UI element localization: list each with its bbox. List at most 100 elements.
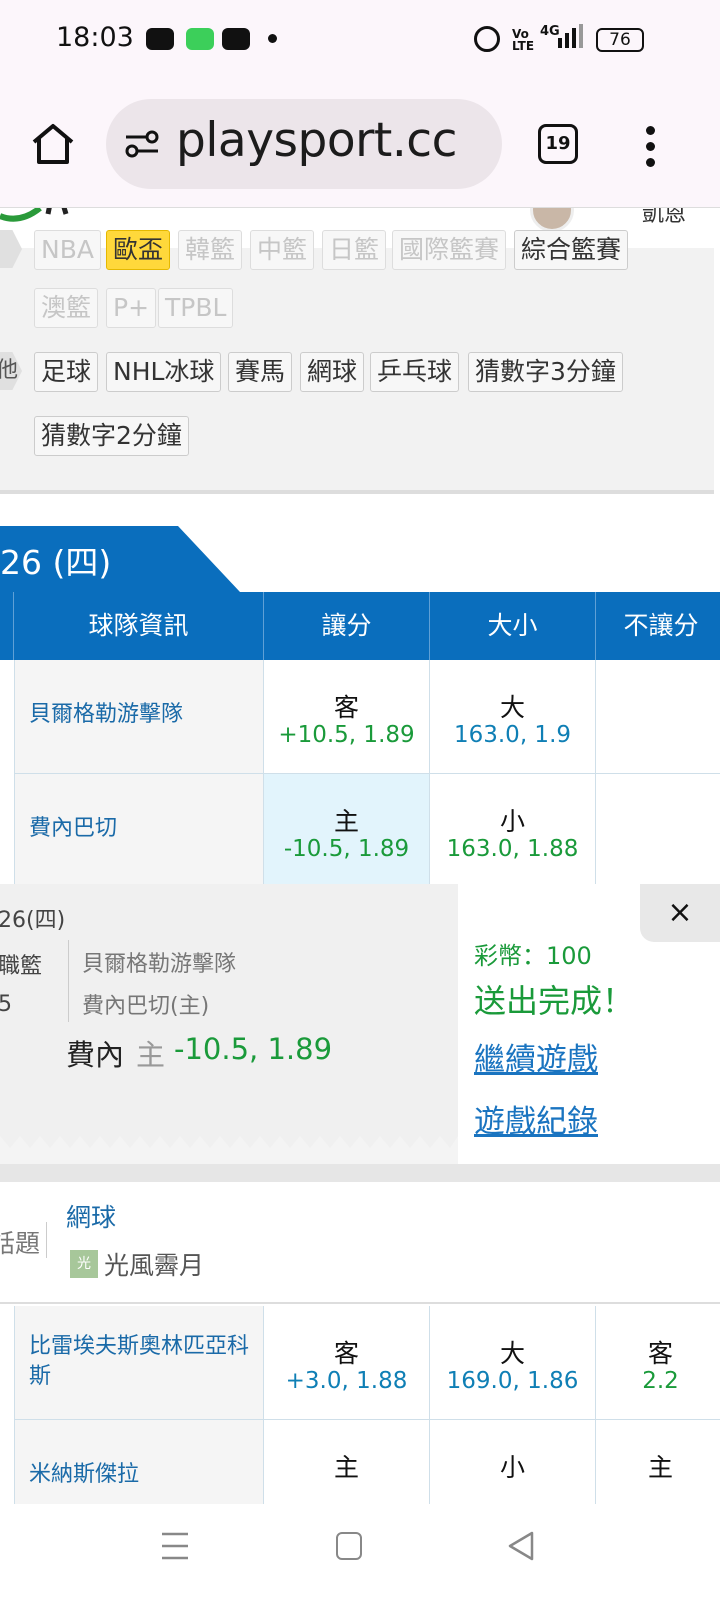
home-nav-icon[interactable] bbox=[336, 1532, 362, 1560]
address-bar[interactable]: playsport.cc bbox=[106, 99, 502, 189]
youtube-icon bbox=[146, 28, 174, 50]
spread-side: 客 bbox=[333, 1339, 359, 1368]
spread-home-cell-selected[interactable]: 主 -10.5, 1.89 bbox=[264, 774, 430, 888]
alarm-icon bbox=[474, 26, 500, 52]
recent-apps-icon[interactable] bbox=[160, 1530, 190, 1562]
site-logo[interactable] bbox=[0, 208, 90, 228]
team-name-away[interactable]: 比雷埃夫斯奧林匹亞科斯 bbox=[29, 1332, 249, 1392]
topic-user[interactable]: 光風霽月 bbox=[104, 1246, 204, 1282]
row-tab-other[interactable]: 他 bbox=[0, 352, 22, 390]
back-icon[interactable] bbox=[506, 1530, 536, 1562]
header-spread: 讓分 bbox=[264, 592, 430, 660]
menu-icon[interactable] bbox=[646, 126, 655, 135]
moneyline-side: 主 bbox=[647, 1453, 673, 1482]
browser-toolbar: playsport.cc 19 bbox=[0, 84, 720, 208]
chip-intl-basketball[interactable]: 國際籃賽 bbox=[392, 230, 507, 270]
menu-dot bbox=[646, 158, 655, 167]
ticket-pick-value: -10.5, 1.89 bbox=[174, 1032, 333, 1066]
ticket-pick-side: 主 bbox=[136, 1038, 166, 1072]
continue-game-link[interactable]: 繼續遊戲 bbox=[474, 1034, 598, 1079]
total-value: 163.0, 1.9 bbox=[453, 722, 572, 748]
menu-dot bbox=[646, 142, 655, 151]
header-moneyline: 不讓分 bbox=[623, 611, 699, 640]
chip-nhl[interactable]: NHL冰球 bbox=[106, 352, 222, 392]
youtube-icon bbox=[222, 28, 250, 50]
status-time: 18:03 bbox=[56, 22, 134, 53]
chip-tpbl[interactable]: TPBL bbox=[158, 288, 234, 328]
user-badge-icon: 光 bbox=[70, 1250, 98, 1278]
total-side: 大 bbox=[499, 1339, 525, 1368]
chip-nbl[interactable]: 澳籃 bbox=[34, 288, 99, 328]
chip-tennis[interactable]: 網球 bbox=[300, 352, 365, 392]
chip-kbl[interactable]: 韓籃 bbox=[178, 230, 243, 270]
status-bar: 18:03 Vo LTE 4G 76 bbox=[0, 0, 720, 84]
site-settings-icon[interactable] bbox=[124, 129, 160, 159]
team-name-away[interactable]: 貝爾格勒游擊隊 bbox=[29, 700, 183, 730]
date-tab: 26 (四) bbox=[0, 526, 240, 592]
spread-away-cell[interactable]: 客 +10.5, 1.89 bbox=[264, 660, 430, 774]
topic-sport-link[interactable]: 網球 bbox=[66, 1198, 116, 1234]
chip-soccer[interactable]: 足球 bbox=[34, 352, 99, 392]
spread-side: 主 bbox=[333, 1453, 359, 1482]
chip-table-tennis[interactable]: 乒乓球 bbox=[370, 352, 460, 392]
team-cell-away: 貝爾格勒游擊隊 bbox=[14, 660, 264, 774]
ticket-team-home: 費內巴切(主) bbox=[82, 994, 210, 1019]
battery-icon: 76 bbox=[596, 28, 644, 52]
url-text: playsport.cc bbox=[176, 113, 457, 168]
moneyline-away-cell[interactable] bbox=[596, 660, 720, 774]
total-over-cell[interactable]: 大 169.0, 1.86 bbox=[430, 1306, 596, 1420]
network-type-label: 4G bbox=[540, 24, 560, 39]
chip-pleague[interactable]: P+ bbox=[106, 288, 157, 328]
topic-divider bbox=[46, 1222, 47, 1258]
chip-number-3min[interactable]: 猜數字3分鐘 bbox=[468, 352, 623, 392]
system-nav-bar bbox=[0, 1504, 720, 1604]
team-name-home[interactable]: 米納斯傑拉 bbox=[29, 1460, 139, 1490]
ticket-pick-team: 費內 bbox=[66, 1038, 125, 1072]
total-value: 169.0, 1.86 bbox=[446, 1368, 579, 1394]
bet-ticket: 26(四) 職籃 5 貝爾格勒游擊隊 費內巴切(主) 費內 主 -10.5, 1… bbox=[0, 884, 458, 1156]
username[interactable]: 凱恩 bbox=[642, 208, 686, 228]
home-icon[interactable] bbox=[30, 122, 76, 166]
signal-bar bbox=[579, 24, 583, 48]
ticket-number: 5 bbox=[0, 992, 12, 1017]
header-total: 大小 bbox=[430, 592, 596, 660]
moneyline-value: 2.2 bbox=[642, 1368, 679, 1394]
chip-mixed-basketball[interactable]: 綜合籃賽 bbox=[514, 230, 629, 270]
team-name-home[interactable]: 費內巴切 bbox=[29, 814, 117, 844]
spread-value: -10.5, 1.89 bbox=[283, 836, 410, 862]
avatar[interactable] bbox=[530, 208, 574, 232]
header-team-info: 球隊資訊 bbox=[14, 592, 264, 660]
total-side: 大 bbox=[499, 693, 525, 722]
ticket-league: 職籃 bbox=[0, 954, 43, 979]
total-under-cell[interactable]: 小 163.0, 1.88 bbox=[430, 774, 596, 888]
moneyline-away-cell[interactable]: 客 2.2 bbox=[596, 1306, 720, 1420]
spread-side: 客 bbox=[333, 693, 359, 722]
spread-side: 主 bbox=[333, 807, 359, 836]
notification-dot-icon bbox=[268, 34, 277, 43]
signal-bar bbox=[572, 28, 576, 48]
chip-horse-racing[interactable]: 賽馬 bbox=[228, 352, 293, 392]
chip-sbl[interactable]: 中籃 bbox=[250, 230, 315, 270]
spread-value: +3.0, 1.88 bbox=[285, 1368, 408, 1394]
spread-away-cell[interactable]: 客 +3.0, 1.88 bbox=[264, 1306, 430, 1420]
tab-switcher-button[interactable]: 19 bbox=[538, 124, 578, 164]
spread-value: +10.5, 1.89 bbox=[278, 722, 415, 748]
bet-confirm-popup: 26(四) 職籃 5 貝爾格勒游擊隊 費內巴切(主) 費內 主 -10.5, 1… bbox=[0, 884, 720, 1164]
volte-icon: Vo LTE bbox=[512, 27, 535, 53]
total-value: 163.0, 1.88 bbox=[446, 836, 579, 862]
total-side: 小 bbox=[499, 1453, 525, 1482]
close-icon[interactable]: × bbox=[640, 884, 720, 942]
section-separator bbox=[0, 1164, 720, 1182]
total-over-cell[interactable]: 大 163.0, 1.9 bbox=[430, 660, 596, 774]
total-side: 小 bbox=[499, 807, 525, 836]
moneyline-home-cell[interactable] bbox=[596, 774, 720, 888]
game-records-link[interactable]: 遊戲紀錄 bbox=[474, 1096, 598, 1141]
chip-nba[interactable]: NBA bbox=[34, 230, 101, 270]
topic-label: 話題 bbox=[0, 1229, 41, 1258]
chip-euroleague[interactable]: 歐盃 bbox=[106, 230, 171, 270]
signal-bar bbox=[565, 33, 569, 48]
team-cell-home: 費內巴切 bbox=[14, 774, 264, 888]
chip-number-2min[interactable]: 猜數字2分鐘 bbox=[34, 416, 189, 456]
coin-amount: 彩幣：100 bbox=[474, 942, 592, 970]
chip-bleague[interactable]: 日籃 bbox=[322, 230, 387, 270]
